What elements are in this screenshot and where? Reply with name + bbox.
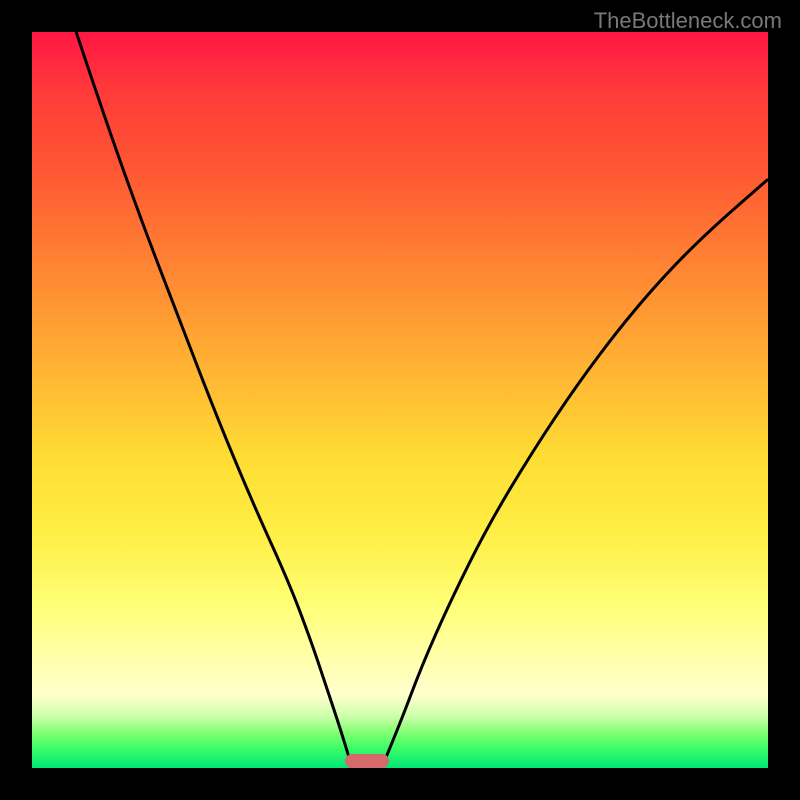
- chart-plot-area: [32, 32, 768, 768]
- bottleneck-marker: [345, 754, 389, 768]
- watermark-text: TheBottleneck.com: [594, 8, 782, 34]
- left-curve-path: [76, 32, 352, 768]
- right-curve-path: [382, 179, 768, 768]
- chart-curves-svg: [32, 32, 768, 768]
